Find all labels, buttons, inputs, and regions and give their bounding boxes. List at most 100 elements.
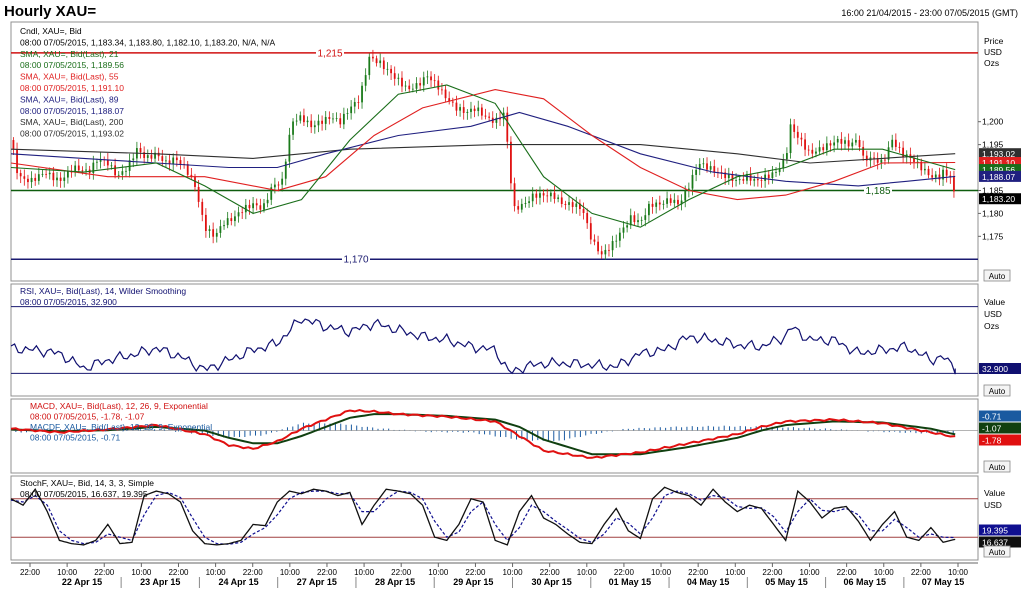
candle-body — [12, 140, 15, 150]
candle-body — [172, 157, 175, 164]
price-tick-label: 1,175 — [982, 231, 1004, 241]
candle-body — [822, 147, 825, 151]
candle-body — [459, 107, 461, 111]
candle-body — [597, 241, 599, 252]
candle-body — [215, 232, 218, 237]
candle-body — [815, 151, 817, 154]
candle-body — [52, 172, 55, 181]
x-hour-label: 10:00 — [725, 568, 746, 577]
candle-body — [775, 172, 777, 173]
x-hour-label: 22:00 — [762, 568, 783, 577]
candle-body — [161, 156, 164, 161]
x-hour-label: 22:00 — [465, 568, 486, 577]
candle-body — [266, 199, 269, 204]
candle-body — [786, 153, 788, 160]
candle-body — [441, 89, 443, 91]
candle-body — [393, 73, 396, 79]
candle-body — [844, 140, 846, 144]
macd-value-badge-label: -1.07 — [982, 424, 1002, 434]
candle-body — [615, 240, 618, 242]
candle-body — [444, 89, 447, 99]
candle-body — [16, 149, 18, 174]
candle-body — [825, 143, 828, 151]
candle-body — [695, 169, 698, 175]
candle-body — [411, 88, 414, 90]
x-day-label: 27 Apr 15 — [297, 577, 337, 587]
x-hour-label: 10:00 — [131, 568, 152, 577]
chart-window: Hourly XAU= 16:00 21/04/2015 - 23:00 07/… — [0, 0, 1024, 603]
candle-body — [618, 232, 621, 241]
candle-body — [321, 120, 323, 124]
stoch-legend-entry: 08:00 07/05/2015, 16.637, 19.395 — [20, 489, 148, 499]
x-hour-label: 22:00 — [94, 568, 115, 577]
candle-body — [666, 198, 668, 204]
price-tick-label: 1,195 — [982, 140, 1004, 150]
candle-body — [953, 177, 955, 192]
candle-body — [855, 139, 857, 143]
candle-body — [633, 215, 636, 223]
candle-body — [600, 251, 603, 255]
candle-body — [386, 68, 389, 70]
candle-body — [470, 108, 472, 112]
candle-body — [146, 155, 149, 158]
candle-body — [506, 112, 509, 142]
candle-body — [390, 68, 392, 74]
candle-body — [415, 83, 418, 89]
candle-body — [132, 158, 135, 161]
candle-body — [571, 202, 574, 207]
macd-legend-entry: 08:00 07/05/2015, -0.71 — [30, 433, 121, 443]
candle-body — [85, 169, 87, 171]
x-hour-label: 22:00 — [20, 568, 41, 577]
candle-body — [589, 223, 592, 240]
candle-body — [480, 107, 483, 116]
candle-body — [179, 160, 182, 164]
candle-body — [927, 168, 930, 176]
x-day-label: 29 Apr 15 — [453, 577, 493, 587]
x-hour-label: 22:00 — [391, 568, 412, 577]
candle-body — [542, 193, 545, 196]
candle-body — [27, 178, 29, 183]
candle-body — [81, 170, 84, 172]
candle-body — [353, 102, 356, 107]
candle-body — [520, 203, 523, 210]
candle-body — [226, 218, 229, 226]
candle-body — [212, 229, 215, 237]
candle-body — [898, 146, 901, 148]
candle-body — [804, 139, 806, 150]
candle-body — [829, 143, 832, 146]
x-hour-label: 22:00 — [614, 568, 635, 577]
x-hour-label: 10:00 — [428, 568, 449, 577]
x-hour-label: 10:00 — [800, 568, 821, 577]
rsi-axis-label: Value — [984, 297, 1005, 307]
candle-body — [771, 172, 774, 179]
candle-body — [684, 190, 687, 201]
x-day-label: 28 Apr 15 — [375, 577, 415, 587]
candle-body — [310, 120, 313, 128]
candle-body — [404, 85, 407, 87]
candle-body — [346, 113, 349, 114]
candle-body — [735, 180, 737, 181]
candle-body — [110, 165, 113, 167]
candle-body — [41, 173, 44, 175]
candle-body — [655, 202, 658, 207]
candle-body — [259, 205, 262, 210]
x-day-label: 23 Apr 15 — [140, 577, 180, 587]
price-legend-entry: SMA, XAU=, Bid(Last), 21 — [20, 49, 119, 59]
candle-body — [23, 176, 26, 179]
candle-body — [524, 202, 527, 204]
candle-body — [335, 118, 338, 120]
candle-body — [662, 203, 665, 205]
x-day-label: 24 Apr 15 — [218, 577, 258, 587]
candle-body — [884, 159, 886, 161]
candle-body — [165, 160, 167, 162]
x-day-label: 06 May 15 — [843, 577, 886, 587]
candle-body — [150, 155, 153, 159]
level-label: 1,215 — [317, 48, 342, 59]
price-legend-entry: SMA, XAU=, Bid(Last), 200 — [20, 117, 123, 127]
candle-body — [760, 180, 763, 181]
panel-frame-rsi — [10, 283, 979, 397]
macd-legend-entry: 08:00 07/05/2015, -1.78, -1.07 — [30, 412, 145, 422]
candle-body — [37, 174, 40, 181]
candle-body — [277, 184, 280, 186]
candle-body — [488, 116, 491, 118]
